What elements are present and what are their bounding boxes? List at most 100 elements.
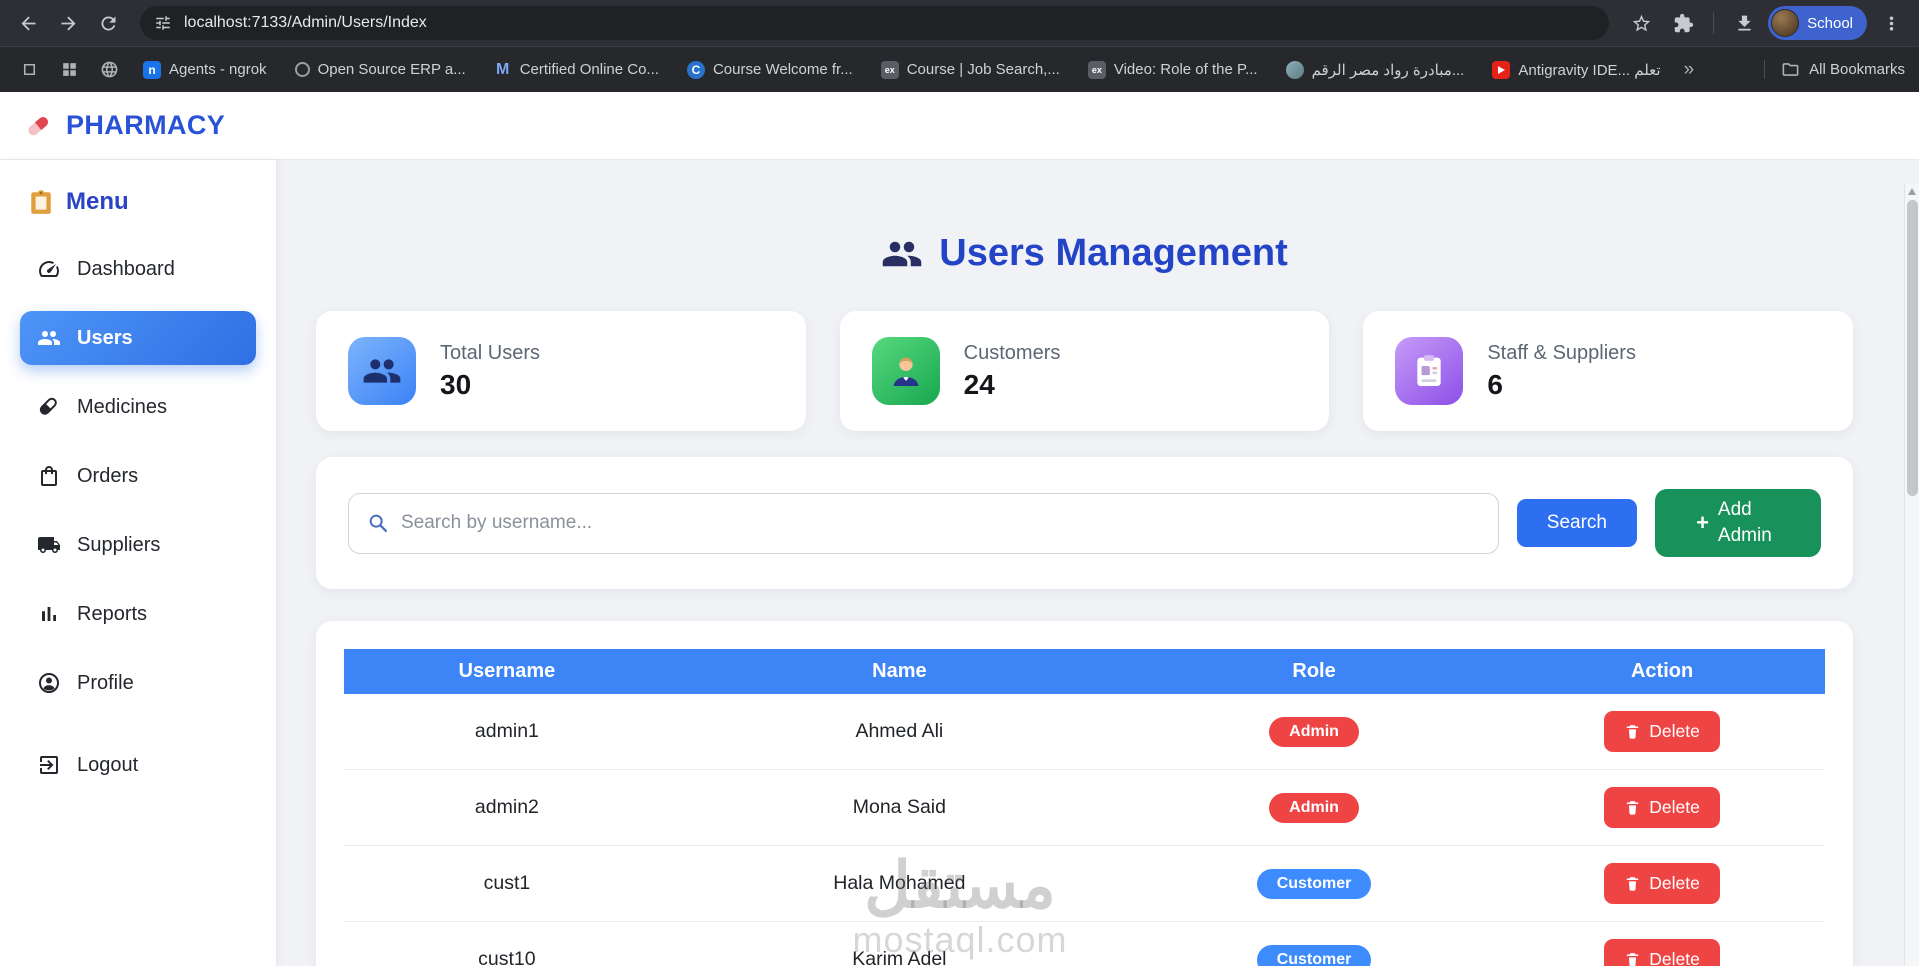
extensions-icon[interactable] — [1665, 5, 1701, 41]
stat-label: Total Users — [440, 341, 541, 364]
logout-icon — [40, 756, 58, 774]
sidebar-item-label: Dashboard — [77, 257, 175, 280]
column-action: Action — [1499, 649, 1825, 694]
bookmark-item-edx-course[interactable]: ex Course | Job Search,... — [872, 56, 1069, 84]
stat-card-customers: Customers 24 — [839, 311, 1330, 431]
bookmark-item-youtube[interactable]: Antigravity IDE... تعلم — [1483, 56, 1669, 84]
sidebar-item-profile[interactable]: Profile — [20, 656, 256, 710]
pill-icon — [39, 397, 57, 415]
stat-label: Staff & Suppliers — [1487, 341, 1636, 364]
bookmark-label: Agents - ngrok — [169, 61, 267, 78]
teal-favicon — [1285, 60, 1304, 79]
sidebar: Menu Dashboard Users Medicines Orders Su… — [0, 160, 277, 966]
delete-button[interactable]: Delete — [1604, 863, 1720, 904]
sidebar-item-medicines[interactable]: Medicines — [20, 380, 256, 434]
pill-icon — [28, 116, 49, 135]
cell-username: cust1 — [344, 845, 670, 922]
toolbar-divider — [1713, 12, 1715, 34]
coursera-favicon: C — [686, 60, 705, 79]
cell-name: Ahmed Ali — [669, 694, 1129, 770]
browser-menu-icon[interactable] — [1873, 5, 1909, 41]
bookmark-item-erp[interactable]: Open Source ERP a... — [286, 56, 475, 83]
sidebar-menu-title: Menu — [20, 186, 256, 218]
site-header: PHARMACY — [0, 92, 1919, 160]
total-users-icon — [348, 337, 416, 405]
bag-icon — [41, 466, 57, 486]
sidebar-item-reports[interactable]: Reports — [20, 587, 256, 641]
sidebar-item-users[interactable]: Users — [20, 311, 256, 365]
cell-role: Customer — [1128, 845, 1500, 922]
bookmark-item-coursera[interactable]: C Course Welcome fr... — [678, 56, 862, 84]
table-row: cust1 Hala Mohamed Customer Delete — [344, 845, 1825, 922]
bookmarks-overflow-chevron[interactable]: » — [1680, 59, 1699, 81]
column-username: Username — [344, 649, 670, 694]
cell-username: cust10 — [344, 921, 670, 966]
trash-icon — [1627, 877, 1639, 891]
globe-bookmark-icon[interactable] — [94, 55, 124, 85]
dashboard-icon — [39, 261, 59, 277]
id-badge-icon — [1395, 337, 1464, 405]
bar-chart-icon — [42, 607, 56, 621]
table-row: admin1 Ahmed Ali Admin Delete — [344, 694, 1825, 770]
column-role: Role — [1128, 649, 1500, 694]
cell-username: admin2 — [344, 769, 670, 846]
table-row: cust10 Karim Adel Customer Delete — [344, 921, 1825, 966]
scrollbar-thumb[interactable] — [1907, 200, 1918, 496]
role-badge: Customer — [1256, 868, 1372, 899]
profile-name: School — [1807, 14, 1853, 32]
back-icon[interactable] — [10, 5, 46, 41]
cell-username: admin1 — [344, 694, 670, 770]
sidebar-item-dashboard[interactable]: Dashboard — [20, 242, 256, 296]
edx-favicon: ex — [1087, 60, 1106, 79]
page-scrollbar[interactable] — [1904, 184, 1919, 966]
scrollbar-up-arrow[interactable] — [1908, 188, 1916, 195]
cell-role: Admin — [1128, 694, 1500, 770]
bookmark-label: Course Welcome fr... — [712, 61, 853, 78]
stat-card-staff-suppliers: Staff & Suppliers 6 — [1363, 311, 1854, 431]
table-header-row: Username Name Role Action — [344, 649, 1825, 694]
address-bar[interactable]: localhost:7133/Admin/Users/Index — [140, 6, 1610, 40]
trash-icon — [1627, 725, 1639, 739]
ngrok-favicon: n — [143, 60, 161, 79]
delete-button[interactable]: Delete — [1604, 711, 1720, 752]
m-favicon: M — [496, 60, 510, 78]
forward-icon[interactable] — [50, 5, 86, 41]
sidebar-item-suppliers[interactable]: Suppliers — [20, 518, 256, 572]
search-input[interactable] — [401, 512, 1480, 534]
brand-logo[interactable]: PHARMACY — [22, 110, 225, 142]
sidebar-item-logout[interactable]: Logout — [20, 738, 256, 792]
bookmark-star-icon[interactable] — [1623, 5, 1659, 41]
downloads-icon[interactable] — [1726, 5, 1762, 41]
cell-name: Karim Adel — [669, 921, 1129, 966]
site-info-icon[interactable] — [154, 14, 172, 32]
bookmark-item-edx-video[interactable]: ex Video: Role of the P... — [1079, 56, 1267, 84]
bookmark-item-mobadara[interactable]: مبادرة رواد مصر الرقم... — [1277, 56, 1474, 84]
refresh-icon[interactable] — [90, 5, 126, 41]
all-bookmarks-label: All Bookmarks — [1809, 61, 1905, 78]
page: PHARMACY Menu Dashboard Users Medicines … — [0, 92, 1919, 966]
sidebar-item-label: Suppliers — [77, 533, 161, 556]
brand-name: PHARMACY — [66, 110, 226, 140]
bookmark-item-ngrok[interactable]: n Agents - ngrok — [134, 56, 276, 84]
delete-button[interactable]: Delete — [1604, 939, 1720, 966]
youtube-favicon — [1492, 60, 1511, 79]
cell-action: Delete — [1499, 769, 1825, 846]
add-admin-button[interactable]: + Add Admin — [1655, 489, 1821, 557]
search-button[interactable]: Search — [1516, 499, 1637, 547]
side-panel-icon[interactable] — [14, 55, 44, 85]
role-badge: Admin — [1269, 716, 1359, 747]
browser-profile-chip[interactable]: School — [1768, 6, 1867, 40]
stat-label: Customers — [963, 341, 1061, 364]
edx-favicon: ex — [880, 60, 899, 79]
sidebar-item-orders[interactable]: Orders — [20, 449, 256, 503]
sidebar-item-label: Logout — [77, 753, 139, 776]
apps-grid-icon[interactable] — [54, 55, 84, 85]
plus-icon: + — [1696, 510, 1709, 536]
delete-button[interactable]: Delete — [1604, 787, 1720, 828]
bookmark-label: Video: Role of the P... — [1113, 61, 1258, 78]
bookmark-item-certified[interactable]: M Certified Online Co... — [485, 56, 668, 84]
search-icon — [369, 514, 387, 532]
all-bookmarks-button[interactable]: All Bookmarks — [1764, 60, 1905, 79]
cell-role: Customer — [1128, 921, 1500, 966]
trash-icon — [1627, 801, 1639, 815]
